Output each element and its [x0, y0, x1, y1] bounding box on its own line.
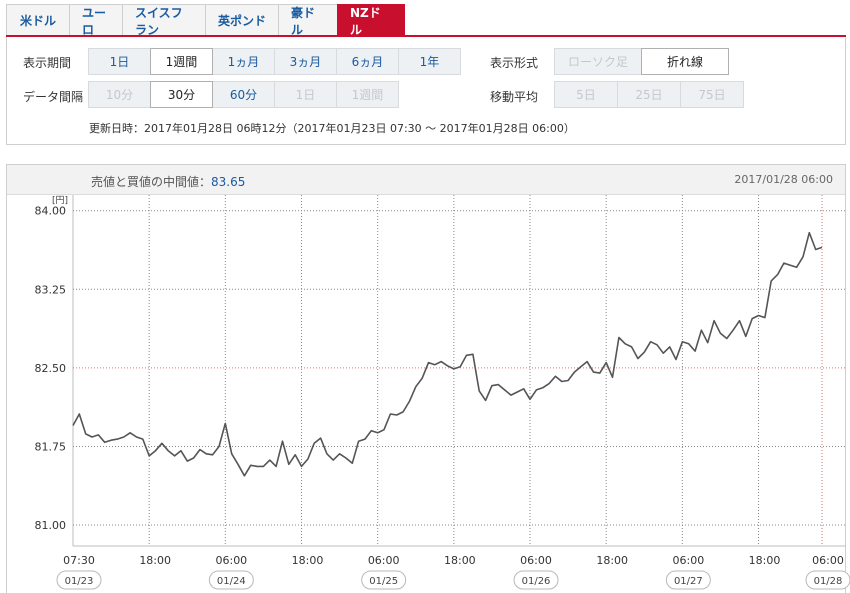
x-tick-label-7: 18:00	[596, 554, 628, 567]
y-tick-label-3: 81.75	[35, 440, 67, 453]
date-label-6: 01/26	[522, 576, 551, 587]
y-tick-label-0: 84.00	[35, 205, 67, 218]
date-label-10: 01/28	[814, 576, 843, 587]
date-label-0: 01/23	[65, 576, 94, 587]
series-line-0	[72, 231, 823, 477]
x-tick-label-4: 06:00	[368, 554, 400, 567]
y-tick-label-4: 81.00	[35, 519, 67, 532]
x-tick-label-6: 06:00	[520, 554, 552, 567]
date-label-2: 01/24	[217, 576, 246, 587]
x-tick-label-2: 06:00	[215, 554, 247, 567]
y-tick-label-2: 82.50	[35, 362, 67, 375]
x-tick-label-10: 06:00	[812, 554, 844, 567]
x-tick-label-0: 07:30	[63, 554, 95, 567]
x-tick-label-1: 18:00	[139, 554, 171, 567]
line-chart: [円]84.0083.2582.5081.7581.0007:3001/2318…	[35, 195, 850, 590]
interval-option-1[interactable]: 30分	[150, 81, 213, 108]
x-tick-label-9: 18:00	[749, 554, 781, 567]
date-label-4: 01/25	[369, 576, 398, 587]
date-label-8: 01/27	[674, 576, 703, 587]
period-option-1[interactable]: 1週間	[150, 48, 213, 75]
y-tick-label-1: 83.25	[35, 283, 67, 296]
x-tick-label-8: 06:00	[673, 554, 705, 567]
x-tick-label-3: 18:00	[292, 554, 324, 567]
x-tick-label-5: 18:00	[444, 554, 476, 567]
format-option-1[interactable]: 折れ線	[641, 48, 729, 75]
